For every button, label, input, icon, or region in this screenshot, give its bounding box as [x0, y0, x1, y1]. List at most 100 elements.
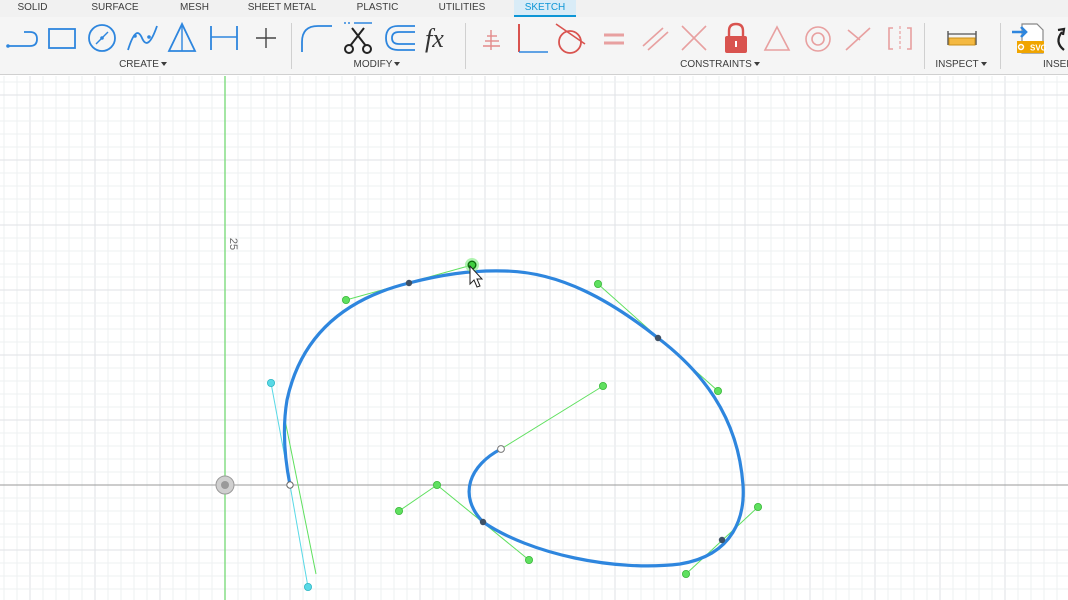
tab-utilities[interactable]: UTILITIES [434, 0, 490, 17]
line-icon [6, 31, 38, 48]
ribbon-tabs: SOLID SURFACE MESH SHEET METAL PLASTIC U… [0, 0, 1068, 17]
sketch-geometry[interactable] [0, 76, 1068, 600]
insert-menu-button[interactable]: INSER [1040, 58, 1068, 72]
parallel-icon [642, 27, 669, 51]
coincident-constraint-button[interactable] [514, 20, 550, 56]
sketch-dimension-button[interactable] [206, 20, 242, 56]
fix-lock-icon [725, 22, 747, 53]
tangent-handle [599, 381, 608, 390]
chevron-down-icon [394, 62, 401, 66]
insert-more-button[interactable] [1048, 20, 1068, 56]
dimension-icon [210, 26, 238, 50]
point-tool-button[interactable] [248, 20, 284, 56]
tangent-handles[interactable] [341, 279, 763, 579]
fx-label: fx [425, 24, 444, 53]
fit-point [405, 279, 413, 287]
fit-point [654, 334, 662, 342]
modify-menu-button[interactable]: MODIFY [332, 58, 422, 72]
toolbar-divider [1000, 23, 1001, 69]
toolbar-divider [924, 23, 925, 69]
tangent-handle [754, 502, 763, 511]
insert-svg-icon: SVG [1012, 23, 1046, 54]
insert-svg-button[interactable]: SVG [1010, 20, 1046, 56]
coincident-icon [518, 24, 548, 53]
line-tool-button[interactable] [4, 20, 40, 56]
midpoint-icon [763, 25, 791, 51]
tab-solid[interactable]: SOLID [10, 0, 55, 17]
triangle-mirror-icon [167, 21, 197, 52]
spline-handle-lines [284, 264, 759, 575]
modify-label: MODIFY [353, 59, 393, 70]
spline-fit-points [405, 279, 726, 544]
mirror-tool-button[interactable] [164, 20, 200, 56]
tangent-handle [266, 378, 275, 387]
rectangle-tool-button[interactable] [44, 20, 80, 56]
constraints-menu-button[interactable]: CONSTRAINTS [640, 58, 800, 72]
inspect-menu-button[interactable]: INSPECT [928, 58, 994, 72]
tangent-handle [432, 480, 441, 489]
point-icon [256, 28, 276, 48]
tangent-handle [682, 570, 691, 579]
inspect-label: INSPECT [935, 59, 979, 70]
fit-point [718, 536, 726, 544]
tangent-icon [555, 23, 586, 54]
collinear-constraint-button[interactable] [840, 20, 876, 56]
spline-end-point[interactable] [497, 445, 505, 453]
midpoint-constraint-button[interactable] [759, 20, 795, 56]
tab-surface[interactable]: SURFACE [85, 0, 145, 17]
tangent-handle [594, 279, 603, 288]
trim-scissors-icon [344, 22, 372, 54]
fillet-icon [301, 25, 332, 52]
perpendicular-icon [681, 25, 707, 51]
horizontal-vertical-icon [483, 30, 500, 50]
fillet-tool-button[interactable] [298, 20, 334, 56]
chevron-down-icon [980, 62, 987, 66]
symmetric-constraint-button[interactable] [882, 20, 918, 56]
spline-start-point[interactable] [286, 481, 294, 489]
fit-point [479, 518, 487, 526]
spline-curve[interactable] [282, 269, 745, 568]
svg-badge-label: SVG [1030, 44, 1046, 53]
spline-icon [127, 25, 158, 51]
tab-plastic[interactable]: PLASTIC [350, 0, 405, 17]
collinear-icon [845, 27, 871, 51]
tangent-handle [525, 556, 534, 565]
horizontal-vertical-constraint-button[interactable] [474, 20, 510, 56]
measure-ruler-icon [947, 31, 977, 46]
offset-tool-button[interactable] [382, 20, 418, 56]
perpendicular-constraint-button[interactable] [676, 20, 712, 56]
circle-tool-button[interactable] [84, 20, 120, 56]
insert-label: INSER [1043, 59, 1068, 70]
equal-constraint-button[interactable] [596, 20, 632, 56]
parallel-constraint-button[interactable] [637, 20, 673, 56]
tangent-handle [341, 295, 350, 304]
fix-constraint-button[interactable] [718, 20, 754, 56]
axis-tick-label: 25 [227, 237, 240, 251]
chevron-down-icon [753, 62, 760, 66]
change-parameters-button[interactable]: fx [422, 20, 458, 56]
sketch-toolbar: CREATE fx MODIFY CONSTRAINTS INSPECT SVG… [0, 17, 1068, 75]
create-menu-button[interactable]: CREATE [100, 58, 186, 72]
toolbar-divider [465, 23, 466, 69]
concentric-constraint-button[interactable] [800, 20, 836, 56]
tab-mesh[interactable]: MESH [172, 0, 217, 17]
insert-more-icon [1057, 27, 1066, 51]
symmetric-icon [888, 26, 912, 51]
rectangle-icon [48, 28, 76, 49]
tangent-handle [303, 583, 312, 592]
tab-sketch[interactable]: SKETCH [514, 0, 576, 17]
offset-icon [385, 25, 415, 51]
tangent-handle [394, 506, 403, 515]
spline-tool-button[interactable] [124, 20, 160, 56]
tangent-constraint-button[interactable] [552, 20, 588, 56]
trim-tool-button[interactable] [340, 20, 376, 56]
concentric-icon [805, 26, 831, 52]
equal-icon [604, 33, 624, 45]
tab-sheet-metal[interactable]: SHEET METAL [243, 0, 321, 17]
sketch-canvas[interactable]: 25 [0, 76, 1068, 600]
origin-icon[interactable] [215, 475, 235, 495]
measure-tool-button[interactable] [944, 20, 980, 56]
chevron-down-icon [160, 62, 167, 66]
circle-icon [88, 24, 116, 52]
toolbar-divider [291, 23, 292, 69]
